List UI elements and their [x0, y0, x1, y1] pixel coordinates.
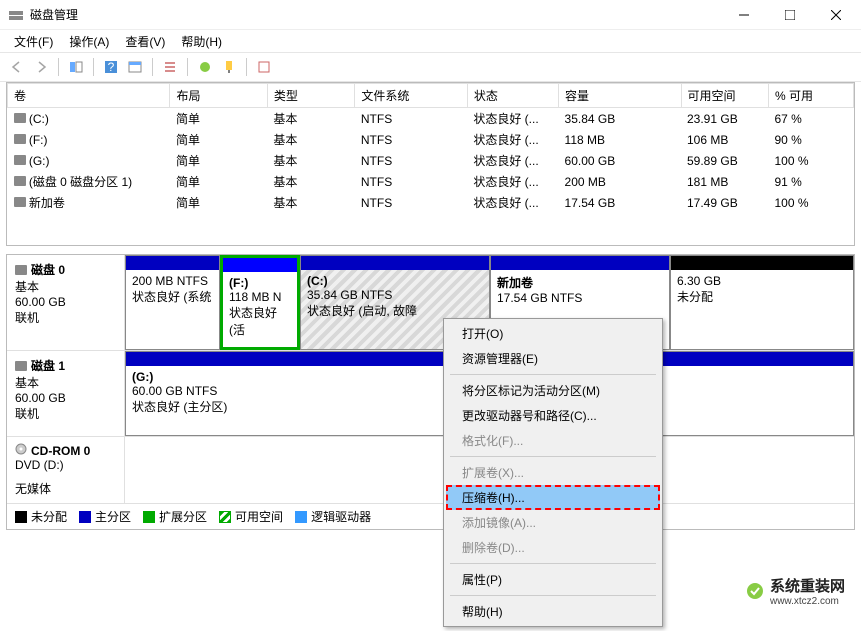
menu-bar: 文件(F) 操作(A) 查看(V) 帮助(H)	[0, 30, 861, 52]
volume-icon	[14, 113, 26, 123]
settings-button[interactable]	[124, 56, 146, 78]
volume-icon	[14, 197, 26, 207]
window-title: 磁盘管理	[30, 6, 721, 23]
ctx-delete: 删除卷(D)...	[446, 535, 660, 560]
volume-list[interactable]: 卷 布局 类型 文件系统 状态 容量 可用空间 % 可用 (C:)简单基本NTF…	[6, 82, 855, 246]
cdrom-row: CD-ROM 0 DVD (D:) 无媒体	[7, 437, 854, 504]
maximize-button[interactable]	[767, 0, 813, 30]
ctx-format: 格式化(F)...	[446, 428, 660, 453]
col-capacity[interactable]: 容量	[559, 84, 681, 108]
table-row[interactable]: 新加卷简单基本NTFS状态良好 (...17.54 GB17.49 GB100 …	[8, 192, 854, 213]
disk-1-row: 磁盘 1 基本 60.00 GB 联机 (G:) 60.00 GB NTFS 状…	[7, 351, 854, 437]
col-type[interactable]: 类型	[267, 84, 354, 108]
partition-system[interactable]: 200 MB NTFS 状态良好 (系统	[125, 255, 220, 350]
app-icon	[8, 7, 24, 23]
menu-action[interactable]: 操作(A)	[61, 31, 117, 52]
col-free[interactable]: 可用空间	[681, 84, 768, 108]
partition-f[interactable]: (F:) 118 MB N 状态良好 (活	[220, 255, 300, 350]
disk-icon	[15, 361, 27, 371]
col-status[interactable]: 状态	[467, 84, 558, 108]
disk-map: 磁盘 0 基本 60.00 GB 联机 200 MB NTFS 状态良好 (系统…	[6, 254, 855, 530]
ctx-extend: 扩展卷(X)...	[446, 460, 660, 485]
ctx-explorer[interactable]: 资源管理器(E)	[446, 346, 660, 371]
menu-view[interactable]: 查看(V)	[117, 31, 173, 52]
legend: 未分配 主分区 扩展分区 可用空间 逻辑驱动器	[7, 504, 854, 529]
show-hide-button[interactable]	[65, 56, 87, 78]
list-view-button[interactable]	[159, 56, 181, 78]
close-button[interactable]	[813, 0, 859, 30]
ctx-open[interactable]: 打开(O)	[446, 321, 660, 346]
ctx-add-mirror: 添加镜像(A)...	[446, 510, 660, 535]
menu-help[interactable]: 帮助(H)	[173, 31, 230, 52]
table-row[interactable]: (G:)简单基本NTFS状态良好 (...60.00 GB59.89 GB100…	[8, 150, 854, 171]
col-fs[interactable]: 文件系统	[355, 84, 467, 108]
minimize-button[interactable]	[721, 0, 767, 30]
partition-unallocated[interactable]: 6.30 GB 未分配	[670, 255, 854, 350]
watermark-icon	[746, 582, 764, 600]
action3-button[interactable]	[253, 56, 275, 78]
table-row[interactable]: (F:)简单基本NTFS状态良好 (...118 MB106 MB90 %	[8, 129, 854, 150]
col-pct[interactable]: % 可用	[768, 84, 853, 108]
action2-button[interactable]	[218, 56, 240, 78]
menu-file[interactable]: 文件(F)	[6, 31, 61, 52]
ctx-shrink[interactable]: 压缩卷(H)...	[446, 485, 660, 510]
ctx-properties[interactable]: 属性(P)	[446, 567, 660, 592]
ctx-mark-active[interactable]: 将分区标记为活动分区(M)	[446, 378, 660, 403]
forward-button	[30, 56, 52, 78]
volume-icon	[14, 134, 26, 144]
help-button[interactable]: ?	[100, 56, 122, 78]
disk-icon	[15, 265, 27, 275]
disk-0-row: 磁盘 0 基本 60.00 GB 联机 200 MB NTFS 状态良好 (系统…	[7, 255, 854, 351]
svg-text:?: ?	[108, 60, 115, 74]
volume-icon	[14, 176, 26, 186]
ctx-help[interactable]: 帮助(H)	[446, 599, 660, 624]
title-bar: 磁盘管理	[0, 0, 861, 30]
cdrom-icon	[15, 443, 27, 458]
ctx-change-letter[interactable]: 更改驱动器号和路径(C)...	[446, 403, 660, 428]
toolbar: ?	[0, 53, 861, 81]
watermark: 系统重装网 www.xtcz2.com	[742, 573, 849, 609]
action1-button[interactable]	[194, 56, 216, 78]
context-menu: 打开(O) 资源管理器(E) 将分区标记为活动分区(M) 更改驱动器号和路径(C…	[443, 318, 663, 627]
back-button	[6, 56, 28, 78]
col-volume[interactable]: 卷	[8, 84, 170, 108]
volume-icon	[14, 155, 26, 165]
table-row[interactable]: (磁盘 0 磁盘分区 1)简单基本NTFS状态良好 (...200 MB181 …	[8, 171, 854, 192]
table-row[interactable]: (C:)简单基本NTFS状态良好 (...35.84 GB23.91 GB67 …	[8, 108, 854, 130]
col-layout[interactable]: 布局	[170, 84, 267, 108]
